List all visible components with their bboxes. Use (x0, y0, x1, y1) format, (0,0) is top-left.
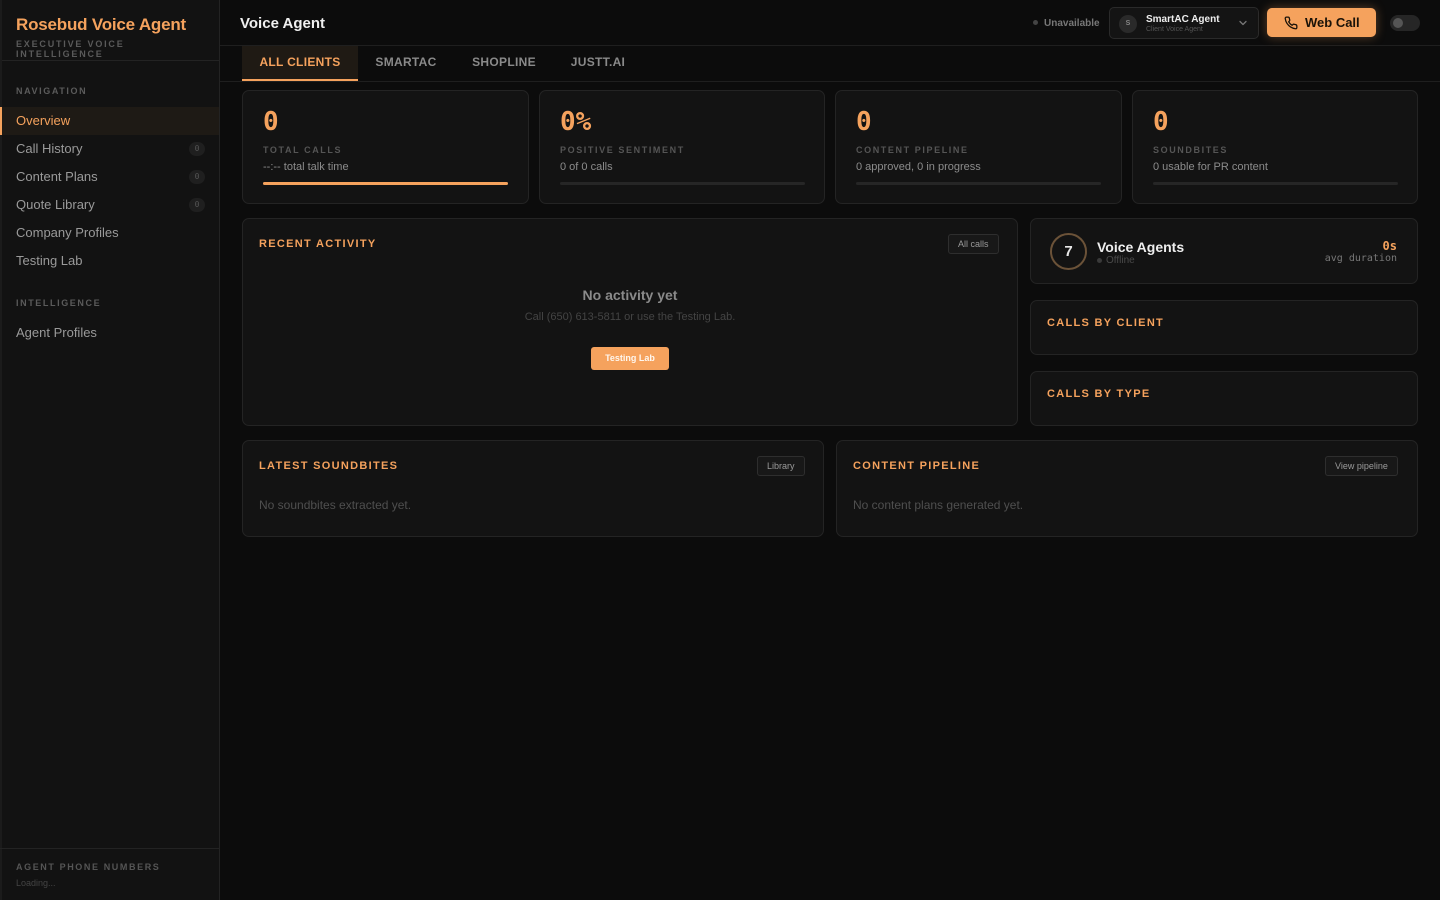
testing-lab-button[interactable]: Testing Lab (591, 347, 669, 370)
section-title: CONTENT PIPELINE (853, 460, 981, 472)
tab-justt-ai[interactable]: JUSTT.AI (562, 46, 634, 81)
phone-numbers-label: AGENT PHONE NUMBERS (16, 862, 161, 872)
empty-state-title: No activity yet (582, 287, 678, 303)
content-pipeline-panel: CONTENT PIPELINE View pipeline No conten… (836, 440, 1418, 537)
library-button[interactable]: Library (757, 456, 805, 476)
view-pipeline-button[interactable]: View pipeline (1325, 456, 1398, 476)
agent-name: SmartAC Agent (1146, 14, 1220, 25)
tab-shopline[interactable]: SHOPLINE (464, 46, 544, 81)
sidebar-item-label: Content Plans (16, 169, 98, 184)
brand: Rosebud Voice Agent EXECUTIVE VOICE INTE… (0, 0, 219, 61)
sidebar-item-agent-profiles[interactable]: Agent Profiles (0, 319, 219, 347)
count-badge: 0 (189, 170, 205, 184)
toggle-knob (1393, 18, 1403, 28)
calls-by-client-panel: CALLS BY CLIENT (1030, 300, 1418, 355)
progress-bar (560, 182, 805, 185)
avg-duration-label: avg duration (1324, 253, 1397, 264)
sidebar: Rosebud Voice Agent EXECUTIVE VOICE INTE… (0, 0, 220, 900)
brand-subtitle: EXECUTIVE VOICE INTELLIGENCE (16, 39, 125, 59)
stat-label: CONTENT PIPELINE (856, 145, 969, 155)
status-text: Unavailable (1044, 18, 1100, 29)
sidebar-item-label: Quote Library (16, 197, 95, 212)
web-call-label: Web Call (1305, 15, 1360, 30)
progress-bar (263, 182, 508, 185)
voice-agents-panel: 7 Voice Agents Offline 0s avg duration (1030, 218, 1418, 284)
calls-by-type-panel: CALLS BY TYPE (1030, 371, 1418, 426)
top-bar: Voice Agent Unavailable S SmartAC Agent … (220, 0, 1440, 46)
progress-bar (1153, 182, 1398, 185)
sidebar-item-overview[interactable]: Overview (0, 107, 219, 135)
stat-card-positive-sentiment: 0% POSITIVE SENTIMENT 0 of 0 calls (539, 90, 825, 204)
stat-value: 0 (856, 107, 872, 137)
sidebar-item-label: Overview (16, 113, 71, 128)
empty-state-subtitle: Call (650) 613-5811 or use the Testing L… (524, 311, 736, 323)
sidebar-item-label: Agent Profiles (16, 325, 97, 340)
all-calls-button[interactable]: All calls (948, 234, 999, 254)
stat-card-total-calls: 0 TOTAL CALLS --:-- total talk time (242, 90, 529, 204)
sidebar-item-label: Company Profiles (16, 225, 119, 240)
stat-card-content-pipeline: 0 CONTENT PIPELINE 0 approved, 0 in prog… (835, 90, 1122, 204)
nav-section-intelligence: INTELLIGENCE (16, 298, 102, 308)
voice-agents-title: Voice Agents (1097, 239, 1185, 255)
availability-status: Unavailable (1033, 18, 1100, 29)
section-title: CALLS BY TYPE (1047, 388, 1151, 400)
sidebar-footer: AGENT PHONE NUMBERS Loading... (0, 848, 219, 900)
stat-subtext: 0 approved, 0 in progress (856, 161, 981, 173)
page-title: Voice Agent (240, 15, 326, 32)
empty-state-text: No soundbites extracted yet. (259, 498, 412, 512)
tab-all-clients[interactable]: ALL CLIENTS (242, 46, 358, 81)
avg-duration-value: 0s (1382, 239, 1397, 253)
avatar: S (1119, 15, 1137, 33)
count-badge: 0 (189, 198, 205, 212)
sidebar-item-testing-lab[interactable]: Testing Lab (0, 247, 219, 275)
stat-label: POSITIVE SENTIMENT (560, 145, 685, 155)
stat-subtext: --:-- total talk time (263, 161, 349, 173)
nav-section-navigation: NAVIGATION (16, 86, 88, 96)
latest-soundbites-panel: LATEST SOUNDBITES Library No soundbites … (242, 440, 824, 537)
client-tabs: ALL CLIENTS SMARTAC SHOPLINE JUSTT.AI (220, 46, 1440, 82)
brand-title[interactable]: Rosebud Voice Agent (16, 15, 203, 35)
sidebar-item-company-profiles[interactable]: Company Profiles (0, 219, 219, 247)
stat-value: 0 (1153, 107, 1169, 137)
tab-smartac[interactable]: SMARTAC (366, 46, 446, 81)
stat-value: 0 (263, 107, 279, 137)
progress-bar (856, 182, 1101, 185)
stat-label: SOUNDBITES (1153, 145, 1229, 155)
phone-numbers-value: Loading... (16, 878, 56, 888)
section-title: LATEST SOUNDBITES (259, 460, 399, 472)
stat-value: 0% (560, 107, 592, 137)
recent-activity-panel: RECENT ACTIVITY All calls No activity ye… (242, 218, 1018, 426)
sidebar-item-label: Testing Lab (16, 253, 83, 268)
agent-role: Client Voice Agent (1146, 26, 1203, 33)
stat-subtext: 0 usable for PR content (1153, 161, 1268, 173)
section-title: RECENT ACTIVITY (259, 238, 377, 250)
web-call-button[interactable]: Web Call (1267, 8, 1376, 37)
agent-select[interactable]: S SmartAC Agent Client Voice Agent (1109, 7, 1259, 39)
theme-toggle[interactable] (1390, 15, 1420, 31)
count-badge: 0 (189, 142, 205, 156)
chevron-down-icon (1239, 20, 1247, 26)
progress-fill (263, 182, 508, 185)
sidebar-item-label: Call History (16, 141, 83, 156)
sidebar-item-call-history[interactable]: Call History 0 (0, 135, 219, 163)
stat-card-soundbites: 0 SOUNDBITES 0 usable for PR content (1132, 90, 1418, 204)
empty-state-text: No content plans generated yet. (853, 498, 1024, 512)
voice-agents-status: Offline (1097, 255, 1135, 266)
stat-label: TOTAL CALLS (263, 145, 343, 155)
sidebar-item-quote-library[interactable]: Quote Library 0 (0, 191, 219, 219)
section-title: CALLS BY CLIENT (1047, 317, 1165, 329)
agent-count-ring: 7 (1050, 233, 1087, 270)
status-dot-icon (1033, 19, 1038, 25)
status-text: Offline (1106, 255, 1135, 266)
sidebar-item-content-plans[interactable]: Content Plans 0 (0, 163, 219, 191)
stat-subtext: 0 of 0 calls (560, 161, 613, 173)
status-dot-icon (1097, 258, 1102, 263)
phone-icon (1284, 16, 1298, 30)
